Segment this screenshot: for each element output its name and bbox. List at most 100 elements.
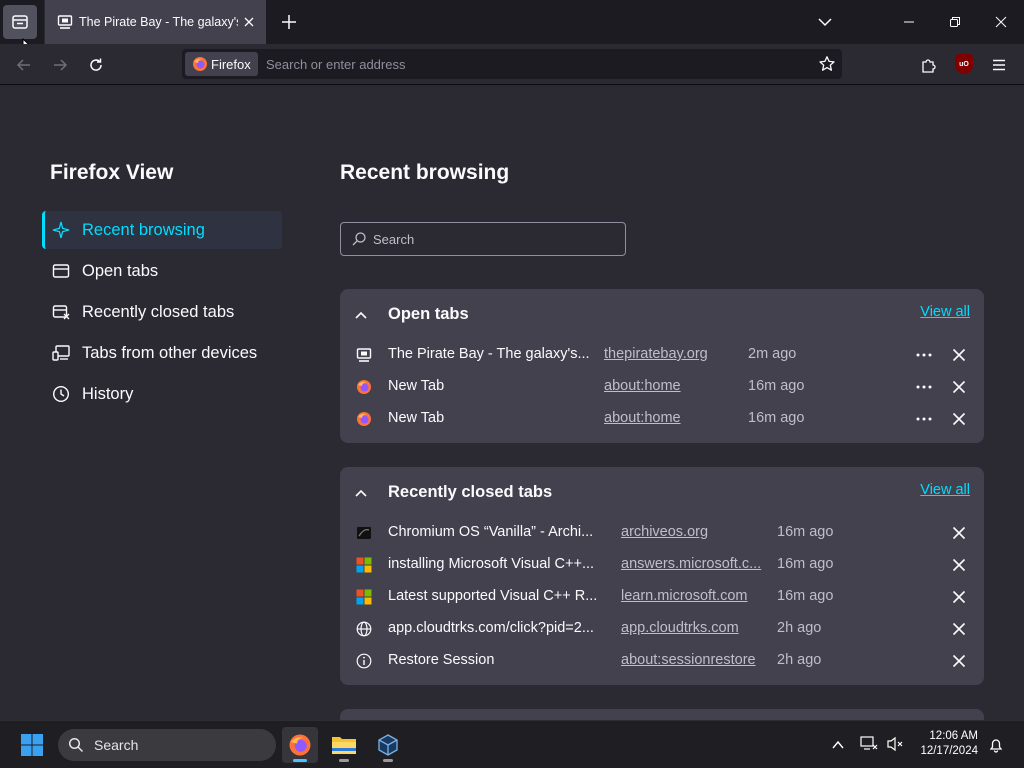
archiveos-icon: [357, 527, 371, 539]
row-url-link[interactable]: about:home: [604, 410, 681, 426]
open-tab-row[interactable]: The Pirate Bay - The galaxy's... thepira…: [340, 339, 984, 371]
taskbar-search-box[interactable]: Search: [58, 729, 276, 761]
row-url-link[interactable]: archiveos.org: [621, 524, 708, 540]
taskbar-file-explorer[interactable]: [326, 727, 362, 763]
firefox-view-button[interactable]: [3, 5, 37, 39]
open-tabs-header[interactable]: Open tabs: [354, 305, 469, 324]
address-input[interactable]: [266, 49, 806, 79]
close-icon[interactable]: [951, 525, 967, 541]
restore-icon: [950, 17, 960, 27]
search-icon: [68, 737, 84, 753]
microsoft-icon: [356, 557, 372, 573]
restore-button[interactable]: [932, 0, 978, 44]
row-url-link[interactable]: thepiratebay.org: [604, 346, 708, 362]
firefox-icon: [193, 57, 207, 71]
recently-closed-card: Recently closed tabs View all Chromium O…: [340, 467, 984, 685]
back-button[interactable]: [13, 54, 35, 76]
sidebar-item-label: History: [82, 384, 134, 403]
reload-icon: [90, 58, 102, 71]
running-indicator: [383, 759, 393, 762]
close-icon[interactable]: [951, 621, 967, 637]
forward-button[interactable]: [49, 54, 71, 76]
more-options-icon[interactable]: [914, 379, 934, 395]
sidebar-item-open-tabs[interactable]: Open tabs: [42, 252, 282, 290]
close-icon[interactable]: [951, 557, 967, 573]
volume-muted-icon[interactable]: [886, 736, 904, 752]
open-tabs-view-all-link[interactable]: View all: [920, 304, 970, 320]
clock-icon: [52, 385, 70, 403]
close-window-button[interactable]: [978, 0, 1024, 44]
more-options-icon[interactable]: [914, 347, 934, 363]
list-all-tabs-icon[interactable]: [817, 14, 833, 30]
chevron-up-icon[interactable]: [354, 486, 368, 500]
sidebar-item-recent-browsing[interactable]: Recent browsing: [42, 211, 282, 249]
hamburger-menu-icon[interactable]: [991, 57, 1007, 73]
closed-tab-row[interactable]: installing Microsoft Visual C++... answe…: [340, 549, 984, 581]
url-bar[interactable]: Firefox: [182, 49, 842, 79]
sidebar-title: Firefox View: [50, 161, 174, 184]
row-url-link[interactable]: learn.microsoft.com: [621, 588, 748, 604]
row-url-link[interactable]: about:home: [604, 378, 681, 394]
chevron-up-icon[interactable]: [354, 308, 368, 322]
close-icon[interactable]: [951, 589, 967, 605]
closed-tab-row[interactable]: Restore Session about:sessionrestore 2h …: [340, 645, 984, 677]
row-url-link[interactable]: app.cloudtrks.com: [621, 620, 739, 636]
row-time: 16m ago: [777, 556, 834, 572]
open-tab-row[interactable]: New Tab about:home 16m ago: [340, 403, 984, 435]
pirate-ship-icon: [356, 348, 372, 362]
system-clock[interactable]: 12:06 AM 12/17/2024: [906, 729, 978, 759]
sidebar-item-history[interactable]: History: [42, 375, 282, 413]
folder-tab-icon: [52, 264, 70, 278]
bookmark-star-icon[interactable]: [818, 55, 836, 73]
recently-closed-header[interactable]: Recently closed tabs: [354, 483, 552, 502]
taskbar: Search 12:06 AM 12/17/2024: [0, 720, 1024, 768]
card-heading: Open tabs: [388, 305, 469, 323]
sparkle-icon: [52, 221, 70, 239]
close-tab-icon[interactable]: [242, 15, 256, 29]
close-icon[interactable]: [951, 379, 967, 395]
row-title: Chromium OS “Vanilla” - Archi...: [388, 524, 594, 540]
sidebar-item-recently-closed[interactable]: Recently closed tabs: [42, 293, 282, 331]
globe-icon: [356, 621, 372, 637]
running-indicator: [339, 759, 349, 762]
identity-box[interactable]: Firefox: [185, 52, 258, 76]
windows-start-icon[interactable]: [20, 733, 44, 757]
row-title: New Tab: [388, 410, 445, 426]
extensions-puzzle-icon[interactable]: [920, 56, 938, 74]
recently-closed-view-all-link[interactable]: View all: [920, 482, 970, 498]
sidebar-item-label: Tabs from other devices: [82, 343, 258, 362]
identity-label: Firefox: [211, 56, 251, 72]
tab-pirate-bay[interactable]: The Pirate Bay - The galaxy's m: [44, 0, 266, 44]
taskbar-virtualbox[interactable]: [370, 727, 406, 763]
reload-button[interactable]: [85, 54, 107, 76]
info-icon: [356, 653, 372, 669]
network-icon[interactable]: [860, 736, 878, 752]
search-box[interactable]: [340, 222, 626, 256]
row-title: app.cloudtrks.com/click?pid=2...: [388, 620, 594, 636]
row-time: 2m ago: [748, 346, 797, 362]
close-icon[interactable]: [951, 653, 967, 669]
ublock-origin-icon[interactable]: uO: [955, 54, 973, 74]
more-options-icon[interactable]: [914, 411, 934, 427]
firefox-view-page: Firefox View Recent browsing Open tabs R…: [0, 85, 1024, 720]
chevron-up-icon[interactable]: [831, 738, 845, 752]
row-url-link[interactable]: answers.microsoft.c...: [621, 556, 761, 572]
close-icon[interactable]: [951, 411, 967, 427]
search-icon: [352, 232, 366, 246]
new-tab-icon[interactable]: [280, 13, 298, 31]
closed-tab-row[interactable]: Latest supported Visual C++ R... learn.m…: [340, 581, 984, 613]
row-url-link[interactable]: about:sessionrestore: [621, 652, 756, 668]
sidebar-item-other-devices[interactable]: Tabs from other devices: [42, 334, 282, 372]
notification-bell-icon[interactable]: [988, 737, 1004, 753]
row-time: 2h ago: [777, 652, 822, 668]
next-section-card: [340, 709, 984, 720]
closed-tab-icon: [52, 305, 70, 320]
close-icon[interactable]: [951, 347, 967, 363]
taskbar-firefox[interactable]: [282, 727, 318, 763]
closed-tab-row[interactable]: Chromium OS “Vanilla” - Archi... archive…: [340, 517, 984, 549]
search-input[interactable]: [373, 231, 613, 247]
closed-tab-row[interactable]: app.cloudtrks.com/click?pid=2... app.clo…: [340, 613, 984, 645]
open-tab-row[interactable]: New Tab about:home 16m ago: [340, 371, 984, 403]
row-time: 16m ago: [748, 410, 805, 426]
minimize-button[interactable]: [886, 0, 932, 44]
